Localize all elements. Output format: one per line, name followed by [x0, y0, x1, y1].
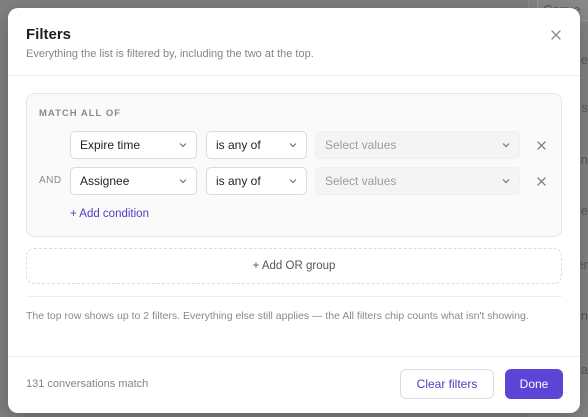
dialog-footer: 131 conversations match Clear filters Do…	[8, 356, 580, 413]
close-icon	[551, 30, 561, 40]
values-select[interactable]: Select values	[315, 167, 520, 195]
condition-row: Expire time is any of Select values	[27, 131, 561, 159]
operator-select[interactable]: is any of	[206, 167, 307, 195]
close-icon	[536, 176, 546, 186]
filters-dialog: Filters Everything the list is filtered …	[8, 8, 580, 413]
close-icon	[536, 140, 546, 150]
divider	[26, 296, 562, 297]
background-fragment: e	[580, 203, 588, 218]
chevron-down-icon	[179, 143, 187, 148]
background-fragment: s	[581, 100, 588, 115]
field-select[interactable]: Expire time	[70, 131, 197, 159]
background-fragment: e	[580, 52, 588, 67]
chevron-down-icon	[289, 179, 297, 184]
add-or-group-button[interactable]: + Add OR group	[26, 248, 562, 284]
values-select-placeholder: Select values	[325, 138, 397, 152]
operator-select[interactable]: is any of	[206, 131, 307, 159]
dialog-title: Filters	[26, 26, 72, 43]
dialog-header: Filters Everything the list is filtered …	[8, 8, 580, 76]
field-select-value: Assignee	[80, 174, 130, 188]
chevron-down-icon	[289, 143, 297, 148]
add-condition-button[interactable]: + Add condition	[70, 208, 149, 220]
close-button[interactable]	[546, 25, 566, 45]
chevron-down-icon	[502, 143, 510, 148]
clear-filters-button[interactable]: Clear filters	[400, 369, 494, 399]
clear-filters-label: Clear filters	[416, 377, 478, 391]
chevron-down-icon	[179, 179, 187, 184]
add-or-group-label: + Add OR group	[252, 260, 336, 272]
dialog-subtitle: Everything the list is filtered by, incl…	[26, 48, 314, 60]
match-all-label: MATCH ALL OF	[39, 108, 122, 119]
field-select[interactable]: Assignee	[70, 167, 197, 195]
remove-condition-button[interactable]	[533, 173, 549, 189]
background-fragment: n	[580, 308, 588, 323]
remove-condition-button[interactable]	[533, 137, 549, 153]
and-group: MATCH ALL OF Expire time is any of Selec…	[26, 93, 562, 237]
match-count: 131 conversations match	[26, 378, 149, 390]
field-select-value: Expire time	[80, 138, 141, 152]
help-text: The top row shows up to 2 filters. Every…	[26, 310, 529, 322]
done-label: Done	[519, 377, 549, 391]
values-select-placeholder: Select values	[325, 174, 397, 188]
condition-row: AND Assignee is any of Select values	[27, 167, 561, 195]
conjunction-label: AND	[39, 175, 62, 186]
background-fragment: n	[580, 152, 588, 167]
operator-select-value: is any of	[216, 138, 261, 152]
operator-select-value: is any of	[216, 174, 261, 188]
background-fragment: a	[580, 362, 588, 377]
done-button[interactable]: Done	[505, 369, 563, 399]
values-select[interactable]: Select values	[315, 131, 520, 159]
chevron-down-icon	[502, 179, 510, 184]
